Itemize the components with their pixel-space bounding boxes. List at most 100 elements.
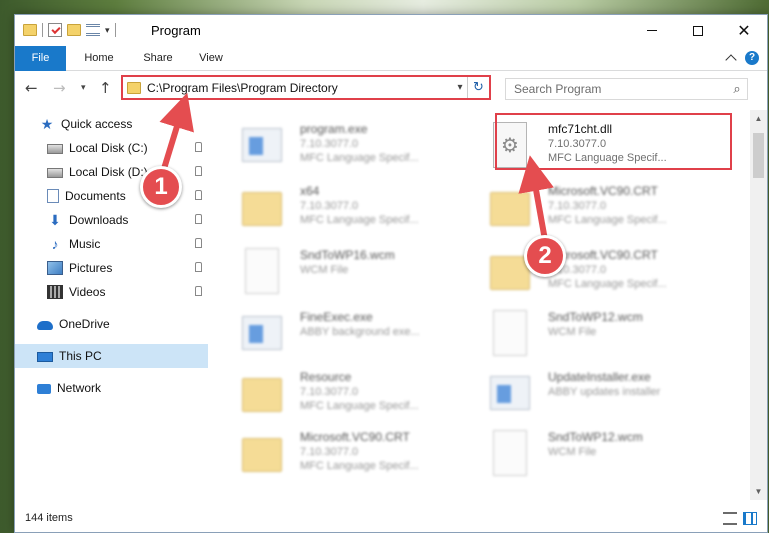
- pin-icon[interactable]: [195, 262, 202, 272]
- tab-share[interactable]: Share: [135, 46, 181, 71]
- sidebar-item-pictures[interactable]: Pictures: [15, 256, 208, 280]
- folder-icon[interactable]: [23, 24, 37, 36]
- sidebar-item-label: Documents: [65, 189, 126, 203]
- list-item[interactable]: Microsoft.VC90.CRT 7.10.3077.0 MFC Langu…: [234, 424, 476, 482]
- file-list: program.exe 7.10.3077.0 MFC Language Spe…: [220, 110, 747, 500]
- highlight-box: [495, 113, 732, 170]
- help-icon[interactable]: ?: [745, 51, 759, 65]
- customize-toolbar-icon[interactable]: ▾: [105, 25, 110, 36]
- toolbar-divider: [42, 23, 43, 37]
- exe-icon: [242, 316, 282, 350]
- pin-icon[interactable]: [195, 142, 202, 152]
- sidebar-item-quick-access[interactable]: ★ Quick access: [15, 112, 208, 136]
- pin-icon[interactable]: [195, 286, 202, 296]
- window-controls: ✕: [629, 15, 767, 46]
- disk-icon: [47, 144, 63, 154]
- file-name: UpdateInstaller.exe: [548, 370, 651, 384]
- list-item[interactable]: UpdateInstaller.exe ABBY updates install…: [482, 364, 724, 422]
- file-type: WCM File: [300, 264, 349, 276]
- file-name: x64: [300, 184, 320, 198]
- file-name: program.exe: [300, 122, 368, 136]
- address-path[interactable]: C:\Program Files\Program Directory: [147, 81, 453, 95]
- maximize-icon: [693, 25, 703, 36]
- refresh-icon[interactable]: ↻: [467, 77, 489, 98]
- sidebar-item-local-disk-c[interactable]: Local Disk (C:): [15, 136, 208, 160]
- list-item[interactable]: SndToWP16.wcm WCM File: [234, 242, 476, 300]
- sidebar-item-onedrive[interactable]: OneDrive: [15, 312, 208, 336]
- sidebar-item-music[interactable]: ♪ Music: [15, 232, 208, 256]
- up-button[interactable]: ↑: [99, 79, 112, 97]
- sidebar-item-label: OneDrive: [59, 317, 110, 331]
- downloads-icon: ⬇: [49, 212, 61, 228]
- back-button[interactable]: ←: [25, 79, 38, 97]
- sidebar-item-label: Network: [57, 381, 102, 395]
- sidebar-item-label: Downloads: [69, 213, 129, 227]
- tab-view[interactable]: View: [191, 46, 231, 71]
- ribbon-tabs: File Home Share View ?: [15, 46, 767, 71]
- pin-icon[interactable]: [195, 214, 202, 224]
- vertical-scrollbar[interactable]: ▲ ▼: [750, 110, 767, 500]
- pin-icon[interactable]: [195, 190, 202, 200]
- scroll-down-icon[interactable]: ▼: [750, 483, 767, 500]
- minimize-button[interactable]: [629, 15, 675, 46]
- address-bar[interactable]: C:\Program Files\Program Directory ▾ ↻: [121, 75, 491, 100]
- maximize-button[interactable]: [675, 15, 721, 46]
- pin-icon[interactable]: [195, 166, 202, 176]
- views-icon[interactable]: [86, 24, 100, 36]
- pin-icon[interactable]: [195, 238, 202, 248]
- search-box[interactable]: ⌕: [505, 78, 748, 100]
- scroll-up-icon[interactable]: ▲: [750, 110, 767, 127]
- file-description: MFC Language Specif...: [300, 214, 419, 226]
- sidebar-item-label: Pictures: [69, 261, 113, 275]
- list-item[interactable]: SndToWP12.wcm WCM File: [482, 304, 724, 362]
- file-type: WCM File: [548, 446, 597, 458]
- sidebar-item-label: Quick access: [61, 117, 133, 131]
- sidebar-item-label: Videos: [69, 285, 106, 299]
- scroll-thumb[interactable]: [753, 133, 764, 178]
- list-item[interactable]: x64 7.10.3077.0 MFC Language Specif...: [234, 178, 476, 236]
- list-item[interactable]: Resource 7.10.3077.0 MFC Language Specif…: [234, 364, 476, 422]
- file-version: 7.10.3077.0: [300, 200, 359, 212]
- folder-icon: [242, 438, 282, 472]
- file-description: ABBY background exe...: [300, 326, 420, 338]
- file-version: 7.10.3077.0: [300, 138, 359, 150]
- folder-icon: [242, 192, 282, 226]
- list-item[interactable]: Microsoft.VC90.CRT 7.10.3077.0 MFC Langu…: [482, 178, 724, 236]
- tiles-view-icon[interactable]: [743, 512, 757, 525]
- sidebar-item-network[interactable]: Network: [15, 376, 208, 400]
- file-version: 7.10.3077.0: [300, 446, 359, 458]
- file-name: SndToWP16.wcm: [300, 248, 395, 262]
- sidebar-item-this-pc[interactable]: This PC: [15, 344, 208, 368]
- tab-file[interactable]: File: [15, 46, 66, 71]
- close-icon: ✕: [737, 21, 751, 40]
- new-folder-icon[interactable]: [67, 24, 81, 36]
- file-icon: [493, 310, 527, 356]
- properties-icon[interactable]: [48, 23, 62, 37]
- file-name: SndToWP12.wcm: [548, 430, 643, 444]
- file-name: Resource: [300, 370, 352, 384]
- list-item[interactable]: program.exe 7.10.3077.0 MFC Language Spe…: [234, 116, 476, 174]
- list-item[interactable]: SndToWP12.wcm WCM File: [482, 424, 724, 482]
- sidebar-item-videos[interactable]: Videos: [15, 280, 208, 304]
- details-view-icon[interactable]: [723, 512, 737, 525]
- forward-button[interactable]: →: [53, 79, 66, 97]
- exe-icon: [490, 376, 530, 410]
- recent-locations-button[interactable]: ▾: [81, 83, 86, 93]
- list-item[interactable]: Microsoft.VC90.CRT 7.10.3077.0 MFC Langu…: [482, 242, 724, 300]
- tab-home[interactable]: Home: [75, 46, 123, 71]
- list-item[interactable]: FineExec.exe ABBY background exe...: [234, 304, 476, 362]
- close-button[interactable]: ✕: [721, 15, 767, 46]
- search-icon[interactable]: ⌕: [727, 82, 747, 97]
- expand-ribbon-icon[interactable]: [725, 54, 737, 66]
- file-version: 7.10.3077.0: [548, 200, 607, 212]
- file-description: MFC Language Specif...: [300, 400, 419, 412]
- documents-icon: [47, 189, 59, 203]
- step-badge-2: 2: [524, 235, 566, 277]
- search-input[interactable]: [506, 82, 727, 96]
- sidebar-item-downloads[interactable]: ⬇ Downloads: [15, 208, 208, 232]
- navigation-bar: ← → ▾ ↑ C:\Program Files\Program Directo…: [15, 71, 767, 104]
- file-description: MFC Language Specif...: [548, 278, 667, 290]
- star-icon: ★: [40, 116, 54, 132]
- item-count: 144 items: [25, 512, 73, 524]
- address-dropdown-icon[interactable]: ▾: [453, 82, 467, 93]
